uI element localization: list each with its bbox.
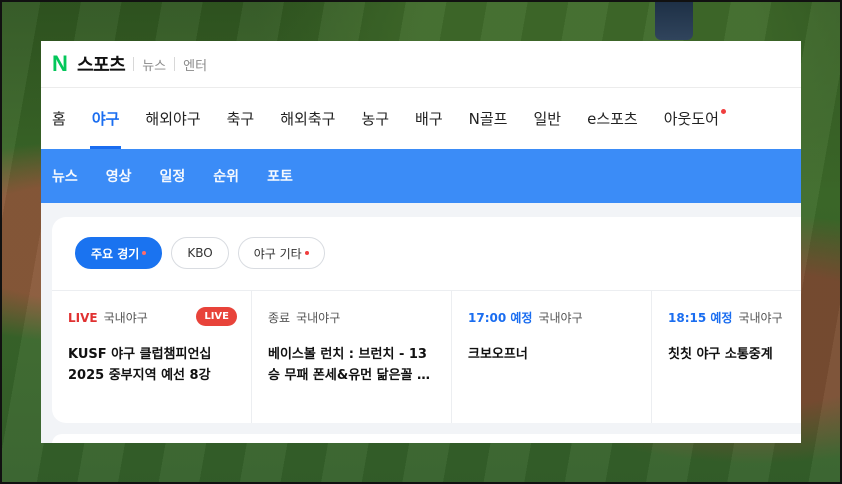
sports-title[interactable]: 스포츠 bbox=[77, 51, 126, 77]
game-league: 국내야구 bbox=[103, 311, 148, 325]
game-status-row: 17:00 예정 국내야구 bbox=[468, 309, 635, 326]
filter-pills: 주요 경기 KBO 야구 기타 bbox=[75, 237, 325, 269]
divider bbox=[133, 57, 135, 71]
subnav-item-2[interactable]: 일정 bbox=[160, 166, 186, 186]
tab-0[interactable]: 홈 bbox=[41, 88, 79, 149]
tab-label: 해외야구 bbox=[145, 110, 201, 128]
next-card-edge bbox=[52, 434, 801, 443]
filter-pill-1[interactable]: KBO bbox=[171, 237, 229, 269]
filter-pill-0[interactable]: 주요 경기 bbox=[75, 237, 163, 269]
game-item[interactable]: 종료 국내야구베이스볼 런치 : 브런치 - 13승 무패 폰세&유먼 닮은꼴 메… bbox=[252, 291, 452, 423]
game-status: LIVE bbox=[68, 310, 98, 325]
game-title: 칫칫 야구 소통중계 bbox=[668, 347, 773, 362]
tab-9[interactable]: e스포츠 bbox=[574, 88, 651, 149]
divider bbox=[174, 57, 176, 71]
game-status-row: 종료 국내야구 bbox=[268, 309, 435, 326]
tab-6[interactable]: 배구 bbox=[402, 88, 456, 149]
subnav-item-0[interactable]: 뉴스 bbox=[52, 166, 78, 186]
game-item[interactable]: LIVE 국내야구 LIVE KUSF 야구 클럽챔피언십 2025 중부지역 예선 … bbox=[52, 291, 252, 423]
live-badge: LIVE bbox=[196, 307, 237, 326]
sub-nav: 뉴스 영상 일정 순위 포토 bbox=[41, 149, 801, 203]
game-league: 국내야구 bbox=[296, 311, 341, 325]
game-list: LIVE 국내야구 LIVE KUSF 야구 클럽챔피언십 2025 중부지역 예선 … bbox=[52, 290, 801, 423]
game-item[interactable]: 17:00 예정 국내야구크보오프너 bbox=[452, 291, 652, 423]
game-status: 18:15 예정 bbox=[668, 311, 733, 325]
game-status: 종료 bbox=[268, 311, 291, 325]
tab-label: 해외축구 bbox=[280, 110, 336, 128]
tab-7[interactable]: N골프 bbox=[456, 88, 521, 149]
filter-label: 주요 경기 bbox=[91, 246, 140, 261]
new-dot-icon bbox=[304, 251, 309, 255]
subnav-item-4[interactable]: 포토 bbox=[267, 166, 293, 186]
schedule-card: 주요 경기 KBO 야구 기타 LIVE 국내야구 LIVE KUSF 야구 클럽챔피언십… bbox=[52, 217, 801, 423]
sports-panel: N 스포츠 뉴스 엔터 홈 야구 해외야구 축구 해외축구 농구 배구 N골프 일반 e스포츠 아웃… bbox=[41, 41, 801, 443]
tab-label: 배구 bbox=[415, 110, 443, 128]
tab-label: 야구 bbox=[91, 110, 120, 128]
tab-label: 홈 bbox=[52, 110, 66, 128]
tab-10[interactable]: 아웃도어 bbox=[651, 88, 739, 149]
game-title: 베이스볼 런치 : 브런치 - 13승 무패 폰세&유먼 닮은꼴 메르... bbox=[268, 347, 430, 383]
new-dot-icon bbox=[720, 109, 726, 114]
tab-1[interactable]: 야구 bbox=[79, 88, 133, 149]
news-link[interactable]: 뉴스 bbox=[142, 55, 166, 74]
background-player bbox=[655, 0, 693, 40]
filter-label: KBO bbox=[187, 246, 213, 260]
tab-label: e스포츠 bbox=[587, 110, 638, 128]
tab-2[interactable]: 해외야구 bbox=[132, 88, 213, 149]
top-bar: N 스포츠 뉴스 엔터 bbox=[41, 41, 801, 88]
tab-5[interactable]: 농구 bbox=[348, 88, 402, 149]
tab-4[interactable]: 해외축구 bbox=[267, 88, 348, 149]
main-nav: 홈 야구 해외야구 축구 해외축구 농구 배구 N골프 일반 e스포츠 아웃도어 bbox=[41, 88, 801, 149]
subnav-item-3[interactable]: 순위 bbox=[213, 166, 239, 186]
new-dot-icon bbox=[142, 251, 147, 255]
enter-link[interactable]: 엔터 bbox=[183, 55, 207, 74]
filter-pill-2[interactable]: 야구 기타 bbox=[237, 237, 325, 269]
tab-label: 아웃도어 bbox=[663, 110, 719, 128]
tab-label: 축구 bbox=[226, 110, 255, 128]
tab-3[interactable]: 축구 bbox=[214, 88, 268, 149]
game-title: 크보오프너 bbox=[468, 347, 528, 362]
tab-label: N골프 bbox=[468, 110, 508, 128]
game-status-row: 18:15 예정 국내야구 bbox=[668, 309, 801, 326]
game-status: 17:00 예정 bbox=[468, 311, 533, 325]
tab-label: 농구 bbox=[361, 110, 390, 128]
subnav-item-1[interactable]: 영상 bbox=[106, 166, 132, 186]
tab-8[interactable]: 일반 bbox=[520, 88, 574, 149]
game-item[interactable]: 18:15 예정 국내야구칫칫 야구 소통중계 bbox=[652, 291, 801, 423]
filter-label: 야구 기타 bbox=[253, 246, 302, 261]
game-league: 국내야구 bbox=[738, 311, 783, 325]
game-league: 국내야구 bbox=[538, 311, 583, 325]
game-title: KUSF 야구 클럽챔피언십 2025 중부지역 예선 8강 bbox=[68, 347, 212, 383]
naver-logo-icon[interactable]: N bbox=[49, 51, 71, 76]
tab-label: 일반 bbox=[533, 110, 562, 128]
